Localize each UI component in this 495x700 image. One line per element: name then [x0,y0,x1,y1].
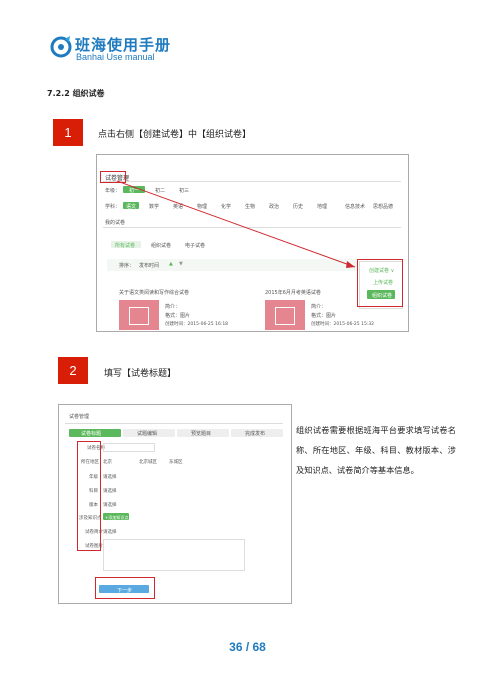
wizard-step-label: 预览题目 [191,431,212,437]
wizard-step-label: 试题编辑 [137,431,158,437]
add-knowledge-point-button[interactable]: +添加知识点 [105,515,128,521]
version-select[interactable]: 请选择 [103,502,117,508]
wizard-step-label: 试卷标题 [81,431,102,437]
province-select[interactable]: 北京 [103,459,112,465]
screenshot-create-paper: 试卷管理 年级： 初一 初二 初三 学科： 语文 数学 英语 物理 化学 生物 … [96,154,409,332]
district-select[interactable]: 东城区 [169,459,183,465]
paper-name-input[interactable] [103,443,155,452]
description-text: 组织试卷需要根据班海平台要求填写试卷名称、所在地区、年级、科目、教材版本、涉及知… [296,425,456,475]
step-1-badge: 1 [53,119,83,146]
section-heading: 7.2.2 组织试卷 [47,89,105,98]
screenshot-paper-title-form: 试卷管理 试卷标题 试题编辑 预览题目 完成发布 试卷名称 所在地区 北京 北京… [58,404,292,604]
highlight-frame [77,441,101,551]
summary-textarea[interactable] [103,539,245,571]
step-1-text: 点击右侧【创建试卷】中【组织试卷】 [98,130,252,140]
summary-select[interactable]: 请选择 [103,529,117,535]
wizard-step-label: 完成发布 [245,431,266,437]
city-select[interactable]: 北京城区 [139,459,157,465]
header-subtitle: Banhai Use manual [76,52,155,62]
page-number: 36 / 68 [229,640,266,654]
subject-select[interactable]: 请选择 [103,488,117,494]
step-2-text: 填写【试卷标题】 [104,369,177,379]
grade-select[interactable]: 请选择 [103,474,117,480]
arrow-icon [116,180,356,268]
banhai-logo-icon [50,36,72,58]
highlight-frame [95,577,155,599]
step-2-badge: 2 [58,357,88,384]
shot2-title: 试卷管理 [69,414,90,420]
